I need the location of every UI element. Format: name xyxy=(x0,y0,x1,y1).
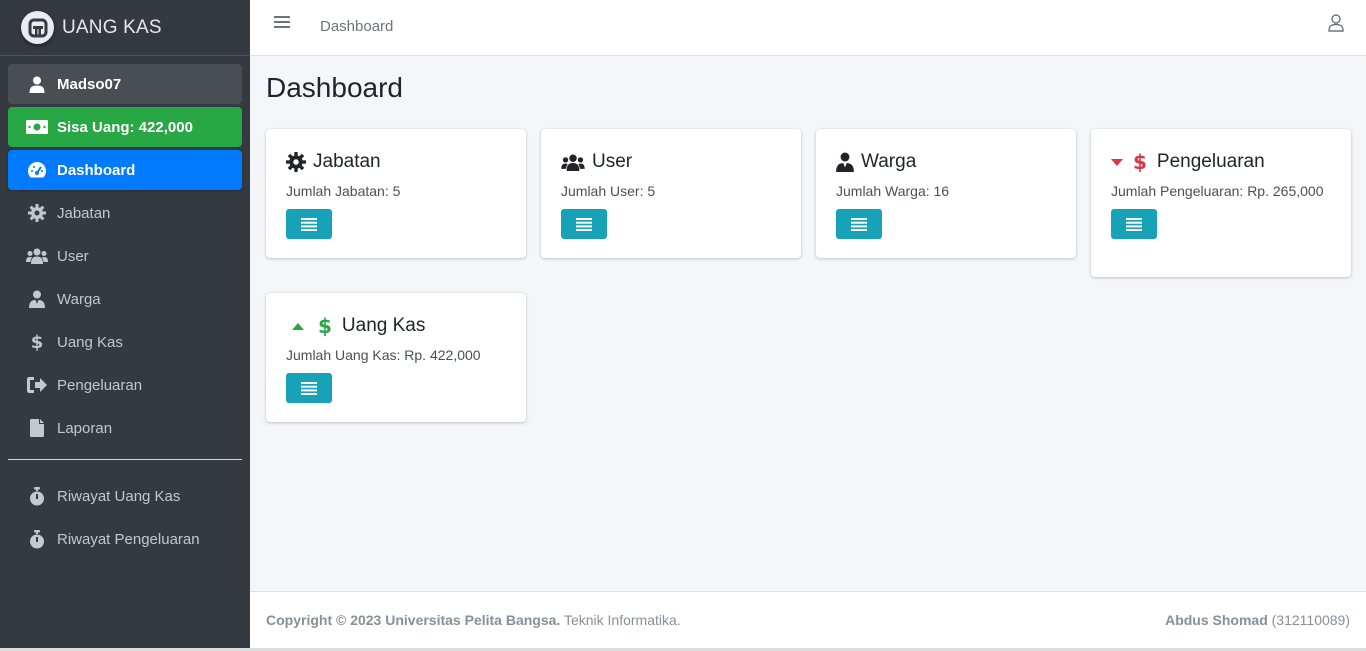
dollar-icon: $ xyxy=(1133,150,1147,174)
gear-icon xyxy=(286,152,306,172)
dollar-icon: $ xyxy=(318,314,332,338)
list-icon xyxy=(851,217,867,231)
users-icon xyxy=(26,245,48,267)
sidebar-item-pengeluaran[interactable]: Pengeluaran xyxy=(8,365,242,405)
list-button[interactable] xyxy=(286,209,332,239)
sidebar-item-label: Riwayat Uang Kas xyxy=(57,487,181,505)
list-icon xyxy=(1126,217,1142,231)
tachometer-icon xyxy=(26,159,48,181)
sidebar-user[interactable]: Madso07 xyxy=(8,64,242,104)
user-tie-icon xyxy=(26,288,48,310)
sidebar-item-user[interactable]: User xyxy=(8,236,242,276)
card-title: Warga xyxy=(861,151,917,172)
card-text: Jumlah Pengeluaran: Rp. 265,000 xyxy=(1111,183,1324,199)
list-button[interactable] xyxy=(836,209,882,239)
sidebar-item-label: Laporan xyxy=(57,419,113,437)
breadcrumb[interactable]: Dashboard xyxy=(320,18,393,35)
sidebar-item-label: Jabatan xyxy=(57,204,111,222)
list-icon xyxy=(301,217,317,231)
card-text: Jumlah Uang Kas: Rp. 422,000 xyxy=(286,347,481,363)
list-button[interactable] xyxy=(1111,209,1157,239)
card-text: Jumlah Jabatan: 5 xyxy=(286,183,401,199)
footer-copyright: Copyright © 2023 Universitas Pelita Bang… xyxy=(266,612,681,628)
sidebar-item-label: Riwayat Pengeluaran xyxy=(57,530,200,548)
sign-out-icon xyxy=(26,374,48,396)
sidebar-item-warga[interactable]: Warga xyxy=(8,279,242,319)
card-title: Jabatan xyxy=(313,151,381,172)
sidebar-item-dashboard[interactable]: Dashboard xyxy=(8,150,242,190)
list-button[interactable] xyxy=(561,209,607,239)
author-id: (312110089) xyxy=(1267,612,1350,628)
sidebar-item-riwayat-pengeluaran[interactable]: Riwayat Pengeluaran xyxy=(8,519,242,559)
card-uang-kas: $ Uang Kas Jumlah Uang Kas: Rp. 422,000 xyxy=(266,293,526,422)
card-text: Jumlah User: 5 xyxy=(561,183,656,199)
stopwatch-icon xyxy=(26,485,48,507)
gear-icon xyxy=(26,202,48,224)
copyright-dept: Teknik Informatika. xyxy=(560,612,681,628)
card-jabatan: Jabatan Jumlah Jabatan: 5 xyxy=(266,129,526,258)
card-pengeluaran: $ Pengeluaran Jumlah Pengeluaran: Rp. 26… xyxy=(1091,129,1351,277)
sidebar-balance[interactable]: Sisa Uang: 422,000 xyxy=(8,107,242,147)
user-icon xyxy=(26,73,48,95)
footer-author: Abdus Shomad (312110089) xyxy=(1165,612,1350,628)
user-tie-icon xyxy=(836,152,854,172)
stopwatch-icon xyxy=(26,528,48,550)
sidebar-balance-label: Sisa Uang: 422,000 xyxy=(57,118,193,136)
main-content: Dashboard Jabatan Jumlah Jabatan: 5 User… xyxy=(250,56,1366,591)
user-outline-icon[interactable] xyxy=(1328,14,1344,37)
card-warga: Warga Jumlah Warga: 16 xyxy=(816,129,1076,258)
page-title: Dashboard xyxy=(266,72,403,103)
brand-name: UANG KAS xyxy=(62,16,162,38)
list-button[interactable] xyxy=(286,373,332,403)
top-navbar: Dashboard xyxy=(250,0,1366,56)
sidebar-item-laporan[interactable]: Laporan xyxy=(8,408,242,448)
sidebar: UANG KAS Madso07 Sisa Uang: 422,000 Dash… xyxy=(0,0,250,651)
list-icon xyxy=(576,217,592,231)
sidebar-nav: Madso07 Sisa Uang: 422,000 Dashboard Jab… xyxy=(0,56,250,559)
caret-down-icon xyxy=(1111,158,1123,166)
footer: Copyright © 2023 Universitas Pelita Bang… xyxy=(250,591,1366,648)
sidebar-user-label: Madso07 xyxy=(57,75,122,93)
sidebar-item-label: User xyxy=(57,247,89,265)
file-icon xyxy=(26,417,48,439)
list-icon xyxy=(301,381,317,395)
card-title: Pengeluaran xyxy=(1156,151,1265,172)
sidebar-item-riwayat-uang-kas[interactable]: Riwayat Uang Kas xyxy=(8,476,242,516)
card-user: User Jumlah User: 5 xyxy=(541,129,801,258)
sidebar-item-label: Uang Kas xyxy=(57,333,123,351)
sidebar-item-uang-kas[interactable]: $ Uang Kas xyxy=(8,322,242,362)
brand[interactable]: UANG KAS xyxy=(0,0,250,56)
copyright-org: Copyright © 2023 Universitas Pelita Bang… xyxy=(266,612,561,628)
hamburger-menu-icon[interactable] xyxy=(274,16,290,30)
money-bill-icon xyxy=(26,116,48,138)
card-title: User xyxy=(592,151,633,172)
sidebar-item-label: Dashboard xyxy=(57,161,136,179)
card-title: Uang Kas xyxy=(341,315,426,336)
sidebar-item-label: Warga xyxy=(57,290,101,308)
card-text: Jumlah Warga: 16 xyxy=(836,183,950,199)
users-icon xyxy=(561,154,585,171)
sidebar-item-label: Pengeluaran xyxy=(57,376,143,394)
caret-up-icon xyxy=(292,322,304,330)
sidebar-divider xyxy=(8,459,242,460)
app-logo-icon xyxy=(21,11,54,44)
dollar-icon: $ xyxy=(30,331,44,353)
sidebar-item-jabatan[interactable]: Jabatan xyxy=(8,193,242,233)
author-name: Abdus Shomad xyxy=(1165,612,1268,628)
